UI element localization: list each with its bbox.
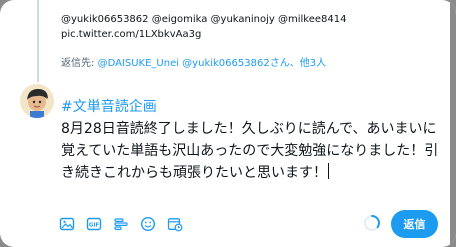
avatar[interactable] — [20, 84, 54, 118]
reply-dialog: @yukik06653862 @eigomika @yukaninojy @mi… — [0, 0, 456, 247]
gif-icon[interactable]: GIF — [85, 215, 103, 233]
compose-textarea[interactable]: 8月28日音読終了しました！久しぶりに読んで、あいまいに覚えていた単語も沢山あっ… — [61, 118, 441, 184]
reply-to-users[interactable]: @DAISUKE_Unei @yukik06653862さん、他3人 — [98, 58, 327, 69]
backdrop-edge — [450, 0, 456, 247]
reply-to-line: 返信先: @DAISUKE_Unei @yukik06653862さん、他3人 — [61, 54, 326, 69]
quoted-tweet: @yukik06653862 @eigomika @yukaninojy @mi… — [61, 12, 346, 42]
thread-line — [37, 0, 39, 82]
compose-text: 8月28日音読終了しました！久しぶりに読んで、あいまいに覚えていた単語も沢山あっ… — [61, 121, 439, 181]
compose-toolbar: GIF — [58, 214, 184, 234]
svg-text:GIF: GIF — [89, 223, 100, 229]
text-caret — [328, 163, 329, 179]
poll-icon[interactable] — [112, 215, 130, 233]
avatar-illustration — [20, 84, 54, 118]
quoted-mentions[interactable]: @yukik06653862 @eigomika @yukaninojy @mi… — [61, 12, 346, 27]
character-count-ring — [363, 214, 381, 232]
reply-button[interactable]: 返信 — [391, 210, 438, 238]
reply-to-prefix: 返信先: — [61, 58, 98, 69]
emoji-icon[interactable] — [139, 215, 157, 233]
hashtag[interactable]: #文単音読企画 — [61, 96, 157, 116]
schedule-icon[interactable] — [166, 215, 184, 233]
image-icon[interactable] — [58, 215, 76, 233]
quoted-image-link[interactable]: pic.twitter.com/1LXbkvAa3g — [61, 27, 346, 42]
